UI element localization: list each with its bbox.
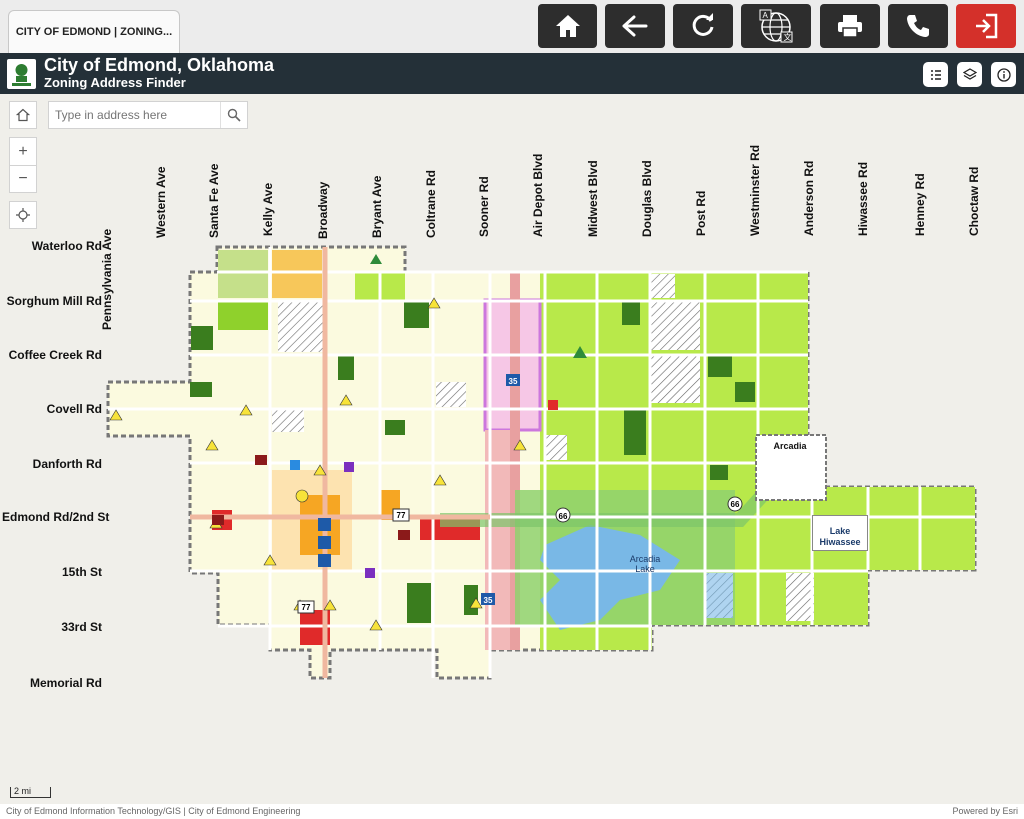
place-label-arcadia-lake: Arcadia Lake [629,554,661,574]
svg-text:A: A [763,11,769,20]
street-label-douglas: Douglas Blvd [640,160,654,237]
refresh-button[interactable] [673,4,733,48]
shield-label: 35 [483,596,493,605]
refresh-icon [692,13,714,36]
phone-button[interactable] [888,4,948,48]
street-label-coffee-creek: Coffee Creek Rd [8,348,102,362]
exit-icon [976,13,998,39]
home-button[interactable] [538,4,597,48]
zoom-in-button[interactable]: + [9,137,37,165]
page-subtitle: Zoning Address Finder [44,75,186,90]
zoom-out-button[interactable]: − [9,165,37,193]
street-label-bryant: Bryant Ave [370,175,384,238]
street-label-post: Post Rd [694,190,708,236]
address-search [48,101,248,129]
street-label-kelly: Kelly Ave [261,182,275,236]
place-label-arcadia: Arcadia [773,441,807,451]
map-view[interactable]: 77 66 66 35 35 77 Pennsylvania Ave Weste… [0,94,1024,806]
locate-button[interactable] [9,201,37,229]
scale-label: 2 mi [14,786,32,796]
home-icon [555,15,580,37]
street-label-midwest: Midwest Blvd [586,160,600,237]
city-logo [7,59,36,89]
locate-icon [16,208,30,222]
exit-button[interactable] [956,4,1016,48]
phone-icon [907,15,929,37]
back-button[interactable] [605,4,665,48]
scale-bar: 2 mi [10,787,51,798]
shield-label: 77 [396,511,406,520]
street-label-15th: 15th St [61,565,102,579]
translate-globe-icon: A文 [759,9,793,43]
street-label-edmond-2nd: Edmond Rd/2nd St [2,510,110,524]
street-label-choctaw: Choctaw Rd [967,166,981,236]
street-label-westminster: Westminster Rd [748,144,762,236]
street-label-coltrane: Coltrane Rd [424,169,438,238]
shield-label: 35 [508,377,518,386]
street-label-santa-fe: Santa Fe Ave [207,163,221,238]
translate-button[interactable]: A文 [741,4,811,48]
street-label-anderson: Anderson Rd [802,160,816,236]
street-label-sooner: Sooner Rd [477,176,491,237]
street-label-western: Western Ave [154,166,168,238]
home-icon [16,108,30,122]
street-label-waterloo: Waterloo Rd [31,239,102,253]
legend-list-icon [930,69,941,80]
print-button[interactable] [820,4,880,48]
legend-button[interactable] [923,62,948,87]
svg-text:文: 文 [784,32,792,42]
minus-icon: − [18,170,28,187]
street-label-pennsylvania: Pennsylvania Ave [100,228,114,330]
printer-icon [838,15,862,38]
search-icon [227,108,241,122]
page-title: City of Edmond, Oklahoma [44,55,275,75]
default-extent-button[interactable] [9,101,37,129]
info-button[interactable] [991,62,1016,87]
back-arrow-icon [622,15,648,37]
street-label-broadway: Broadway [316,181,330,239]
search-button[interactable] [220,102,247,128]
tab-label: CITY OF EDMOND | ZONING... [15,26,173,38]
attribution-text: City of Edmond Information Technology/GI… [6,806,301,816]
street-label-air-depot: Air Depot Blvd [531,153,545,237]
plus-icon: + [18,142,28,160]
layers-icon [962,67,977,80]
street-label-danforth: Danforth Rd [32,457,102,471]
place-label-lake-hiwassee: Lake Hiwassee [812,515,868,551]
search-input[interactable] [49,102,221,128]
browser-tab[interactable]: CITY OF EDMOND | ZONING... [8,10,180,53]
powered-by-esri[interactable]: Powered by Esri [952,806,1018,816]
info-icon [996,67,1011,82]
shield-label: 66 [558,512,568,521]
street-label-hiwassee: Hiwassee Rd [856,161,870,236]
shield-label: 77 [301,603,311,612]
street-label-covell: Covell Rd [46,402,102,416]
street-label-memorial: Memorial Rd [29,676,102,690]
attribution-bar: City of Edmond Information Technology/GI… [0,804,1024,819]
street-label-sorghum-mill: Sorghum Mill Rd [6,294,102,308]
shield-label: 66 [730,500,740,509]
layers-button[interactable] [957,62,982,87]
street-label-henney: Henney Rd [913,173,927,236]
street-label-33rd: 33rd St [61,620,102,634]
